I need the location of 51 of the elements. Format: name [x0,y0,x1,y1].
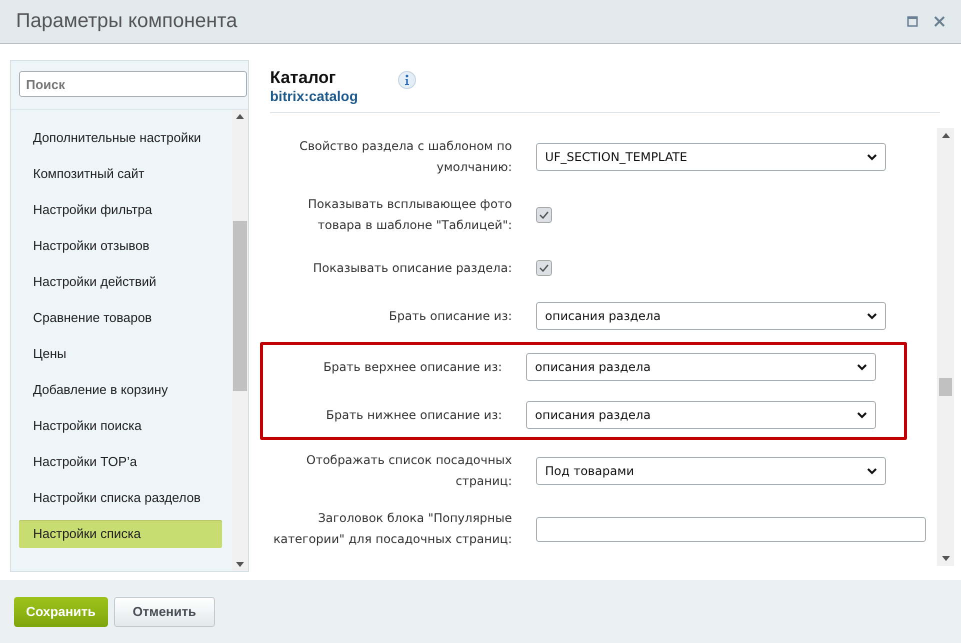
info-icon[interactable] [398,71,416,89]
checkbox[interactable] [536,260,552,276]
checkbox[interactable] [536,207,552,223]
sidebar-item[interactable]: Настройки TOP’а [19,448,222,476]
scrollbar-thumb[interactable] [233,221,247,391]
field-label: Показывать описание раздела: [312,260,512,276]
sidebar-item[interactable]: Дополнительные настройки [19,124,222,152]
scrollbar[interactable] [937,128,954,566]
scroll-up-icon[interactable] [236,114,244,119]
sidebar-item[interactable]: Настройки поиска [19,412,222,440]
search-field[interactable]: Поиск [19,71,247,97]
component-title: Каталог [270,68,337,88]
sidebar-item[interactable]: Композитный сайт [19,160,222,188]
chevron-down-icon [857,364,867,370]
select-field[interactable]: описания раздела [526,401,876,429]
sidebar-item[interactable]: Настройки списка разделов [19,484,222,512]
chevron-down-icon [867,154,877,160]
sidebar-item[interactable]: Цены [19,340,222,368]
sidebar-item[interactable]: Настройки действий [19,268,222,296]
component-code: bitrix:catalog [270,88,358,104]
select-field[interactable]: описания раздела [526,353,876,381]
chevron-down-icon [867,468,877,474]
select-field[interactable]: Под товарами [536,457,886,485]
field-label: Показывать всплывающее фото товара в шаблоне "Таблицей": [306,196,512,234]
scrollbar[interactable] [232,110,248,571]
scroll-up-icon[interactable] [942,133,950,138]
sidebar-item[interactable]: Сравнение товаров [19,304,222,332]
check-icon [539,264,549,272]
field-label: Брать верхнее описание из: [322,358,502,376]
close-icon[interactable] [934,16,945,27]
field-label: Свойство раздела с шаблоном по умолчанию: [298,138,512,176]
field-label: Брать описание из: [388,308,512,324]
maximize-icon[interactable] [907,16,918,27]
chevron-down-icon [857,412,867,418]
sidebar-item[interactable]: Настройки отзывов [19,232,222,260]
field-label: Отображать список посадочных страниц: [305,452,512,490]
sidebar-item[interactable]: Настройки фильтра [19,196,222,224]
check-icon [539,211,549,219]
window-title: Параметры компонента [16,10,238,33]
field-label: Заголовок блока "Популярные категории" для посадочных страниц: [272,510,512,548]
select-field[interactable]: описания раздела [536,302,886,330]
scrollbar-thumb[interactable] [939,378,952,396]
sidebar-item[interactable]: Настройки списка [19,520,222,548]
input-field[interactable] [536,516,926,542]
sidebar-item[interactable]: Добавление в корзину [19,376,222,404]
chevron-down-icon [867,312,877,320]
scroll-down-icon[interactable] [942,556,950,561]
field-label: Брать нижнее описание из: [325,406,502,424]
cancel-button[interactable]: Отменить [114,596,216,626]
scroll-down-icon[interactable] [236,562,244,567]
select-field[interactable]: UF_SECTION_TEMPLATE [536,143,886,171]
